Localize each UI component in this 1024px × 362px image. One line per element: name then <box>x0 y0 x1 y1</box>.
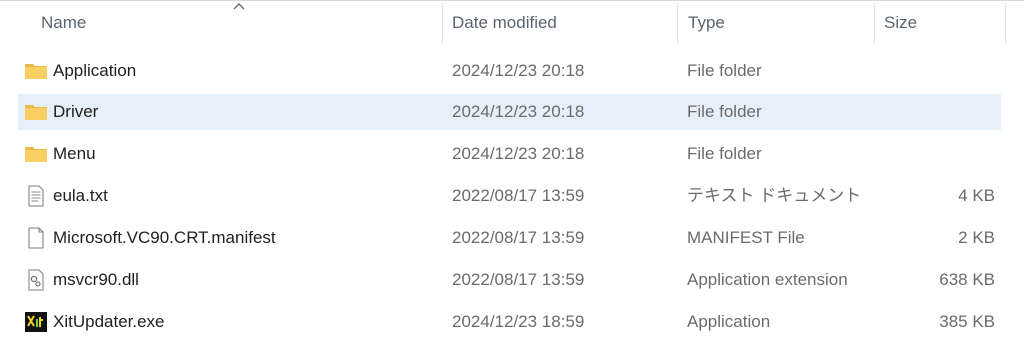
file-type: Application <box>687 312 771 331</box>
file-size: 385 KB <box>939 312 995 331</box>
file-date-modified: 2022/08/17 13:59 <box>452 186 585 205</box>
column-header-bar: Name Date modified Type Size <box>0 1 1024 44</box>
file-row[interactable]: XitUpdater.exe 2024/12/23 18:59 Applicat… <box>18 304 1001 340</box>
file-type: Application extension <box>687 270 848 289</box>
file-size: 4 KB <box>958 186 995 205</box>
column-divider[interactable] <box>677 3 678 44</box>
column-header-type[interactable]: Type <box>688 1 725 44</box>
file-row[interactable]: Menu 2024/12/23 20:18 File folder <box>18 136 1001 172</box>
file-name: Menu <box>53 144 96 163</box>
sort-up-icon[interactable] <box>232 1 246 11</box>
folder-icon <box>25 64 47 79</box>
file-date-modified: 2024/12/23 18:59 <box>452 312 585 331</box>
file-row-selected[interactable]: Driver 2024/12/23 20:18 File folder <box>18 94 1001 130</box>
file-row[interactable]: Application 2024/12/23 20:18 File folder <box>18 53 1001 89</box>
column-header-date-modified[interactable]: Date modified <box>452 1 557 44</box>
file-name: eula.txt <box>53 186 108 205</box>
file-date-modified: 2024/12/23 20:18 <box>452 102 585 121</box>
folder-icon <box>25 105 47 120</box>
file-row[interactable]: eula.txt 2022/08/17 13:59 テキスト ドキュメント 4 … <box>18 178 1001 214</box>
file-date-modified: 2024/12/23 20:18 <box>452 61 585 80</box>
dll-file-icon <box>28 269 44 291</box>
file-name: XitUpdater.exe <box>53 312 165 331</box>
column-divider[interactable] <box>874 3 875 44</box>
file-row[interactable]: msvcr90.dll 2022/08/17 13:59 Application… <box>18 262 1001 298</box>
file-name: Application <box>53 61 137 80</box>
file-type: MANIFEST File <box>687 228 805 247</box>
xit-app-icon <box>25 312 47 332</box>
file-type: テキスト ドキュメント <box>687 186 862 205</box>
file-size: 2 KB <box>958 228 995 247</box>
column-header-size[interactable]: Size <box>884 1 917 44</box>
column-divider[interactable] <box>1005 3 1006 44</box>
file-date-modified: 2022/08/17 13:59 <box>452 270 585 289</box>
file-date-modified: 2022/08/17 13:59 <box>452 228 585 247</box>
blank-file-icon <box>28 227 44 249</box>
text-file-icon <box>28 185 44 207</box>
file-name: msvcr90.dll <box>53 270 139 289</box>
file-type: File folder <box>687 61 762 80</box>
file-size: 638 KB <box>939 270 995 289</box>
file-name: Driver <box>53 102 99 121</box>
file-date-modified: 2024/12/23 20:18 <box>452 144 585 163</box>
file-type: File folder <box>687 102 762 121</box>
folder-icon <box>25 147 47 162</box>
column-header-name[interactable]: Name <box>41 1 86 44</box>
file-name: Microsoft.VC90.CRT.manifest <box>53 228 276 247</box>
column-divider[interactable] <box>442 3 443 44</box>
file-row[interactable]: Microsoft.VC90.CRT.manifest 2022/08/17 1… <box>18 220 1001 256</box>
file-type: File folder <box>687 144 762 163</box>
